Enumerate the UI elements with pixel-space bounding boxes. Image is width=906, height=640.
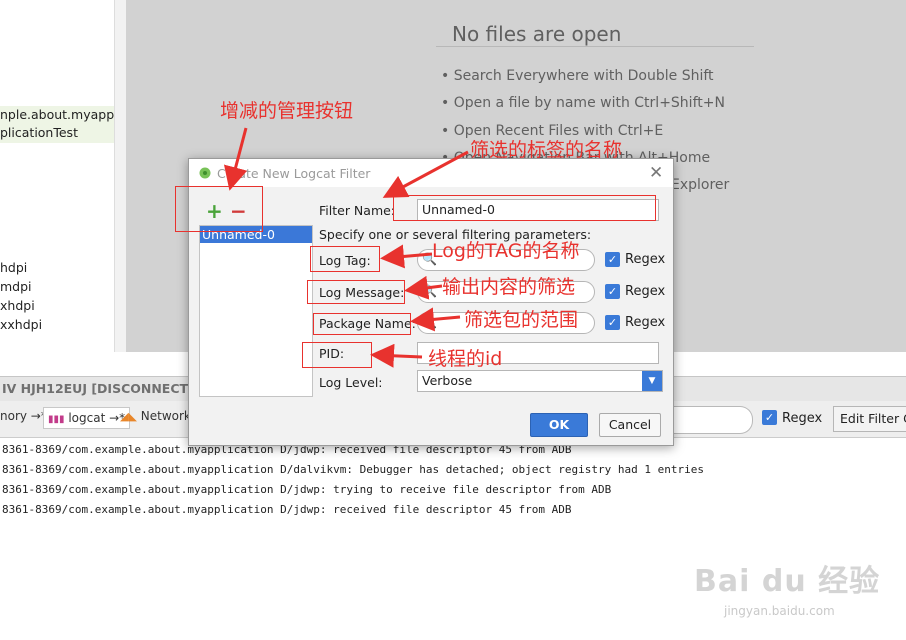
annotation-output: 输出内容的筛选 [442, 276, 576, 298]
dialog-titlebar: Create New Logcat Filter ✕ [189, 159, 673, 187]
log-line: 8361-8369/com.example.about.myapplicatio… [2, 463, 704, 476]
package-name-regex-checkbox[interactable]: ✓ [605, 315, 620, 330]
hint-open-file: • Open a file by name with Ctrl+Shift+N [441, 95, 725, 111]
logcat-icon: ▮▮▮ [48, 414, 65, 425]
divider [436, 46, 754, 47]
annotation-box-pid [302, 342, 372, 368]
package-name-regex-label: Regex [625, 315, 666, 330]
log-message-regex-checkbox[interactable]: ✓ [605, 284, 620, 299]
android-studio-icon [199, 167, 211, 179]
search-icon: 🔍 [422, 284, 437, 298]
annotation-log-tag: Log的TAG的名称 [432, 240, 580, 262]
annotation-box-log-tag [310, 246, 380, 272]
edit-filter-button[interactable]: Edit Filter C [833, 406, 906, 432]
tree-item-mdpi[interactable]: mdpi [0, 279, 32, 294]
logcat-regex-checkbox[interactable]: ✓ [762, 410, 777, 425]
tree-item-xhdpi[interactable]: xhdpi [0, 298, 35, 313]
tree-item-label: xhdpi [0, 298, 35, 313]
annotation-box-add-remove [175, 186, 263, 232]
log-level-label: Log Level: [319, 375, 383, 390]
annotation-package: 筛选包的范围 [464, 309, 579, 331]
hint-explorer: Explorer [671, 177, 730, 193]
ok-button[interactable]: OK [530, 413, 588, 437]
filter-list[interactable]: Unnamed-0 [199, 225, 313, 397]
tree-item-hdpi[interactable]: hdpi [0, 260, 27, 275]
cancel-button[interactable]: Cancel [599, 413, 661, 437]
log-tag-regex-label: Regex [625, 252, 666, 267]
log-level-select[interactable]: Verbose ▼ [417, 370, 663, 392]
annotation-pid: 线程的id [428, 348, 503, 370]
annotation-box-log-message [307, 280, 405, 304]
log-line: 8361-8369/com.example.about.myapplicatio… [2, 483, 612, 496]
filter-name-label: Filter Name: [319, 203, 396, 218]
annotation-box-filter-name [393, 195, 656, 221]
baidu-watermark: Bai du 经验 [694, 564, 881, 599]
project-tree-pane: nple.about.myapplic plicationTest hdpi m… [0, 0, 114, 352]
log-line: 8361-8369/com.example.about.myapplicatio… [2, 503, 572, 516]
tree-item-label: plicationTest [0, 125, 78, 140]
annotation-tag-name: 筛选的标签的名称 [470, 139, 623, 161]
annotation-box-package-name [313, 313, 411, 335]
log-message-regex-label: Regex [625, 284, 666, 299]
editor-empty-title: No files are open [452, 22, 622, 46]
tab-memory[interactable]: nory →* [0, 409, 47, 423]
hint-search-everywhere: • Search Everywhere with Double Shift [441, 68, 714, 84]
log-tag-regex-checkbox[interactable]: ✓ [605, 252, 620, 267]
logcat-search-input[interactable] [672, 406, 753, 434]
tree-item-label: xxhdpi [0, 317, 43, 332]
tree-item-label: hdpi [0, 260, 28, 275]
tree-item-label: nple.about.myapplic [0, 107, 114, 122]
tab-network[interactable]: ◢◣ Network [120, 409, 191, 423]
network-icon: ◢◣ [120, 410, 137, 423]
annotation-add-remove: 增减的管理按钮 [220, 100, 354, 122]
tree-item-test[interactable]: plicationTest [0, 124, 114, 143]
baidu-watermark-url: jingyan.baidu.com [724, 604, 835, 618]
close-icon[interactable]: ✕ [649, 163, 663, 183]
device-label: IV HJH12EUJ [DISCONNECTED] [2, 381, 213, 396]
search-icon: 🔍 [422, 315, 437, 329]
tree-item-label: mdpi [0, 279, 32, 294]
tab-network-label: Network [140, 409, 191, 423]
logcat-regex-label: Regex [782, 411, 823, 426]
chevron-down-icon: ▼ [642, 371, 662, 391]
tree-item-xxhdpi[interactable]: xxhdpi [0, 317, 42, 332]
tab-logcat-label: logcat →* [68, 411, 126, 425]
tree-item-package[interactable]: nple.about.myapplic [0, 106, 114, 125]
tab-logcat[interactable]: ▮▮▮ logcat →* [43, 407, 131, 429]
log-level-value: Verbose [422, 373, 473, 388]
dialog-title: Create New Logcat Filter [217, 166, 371, 181]
